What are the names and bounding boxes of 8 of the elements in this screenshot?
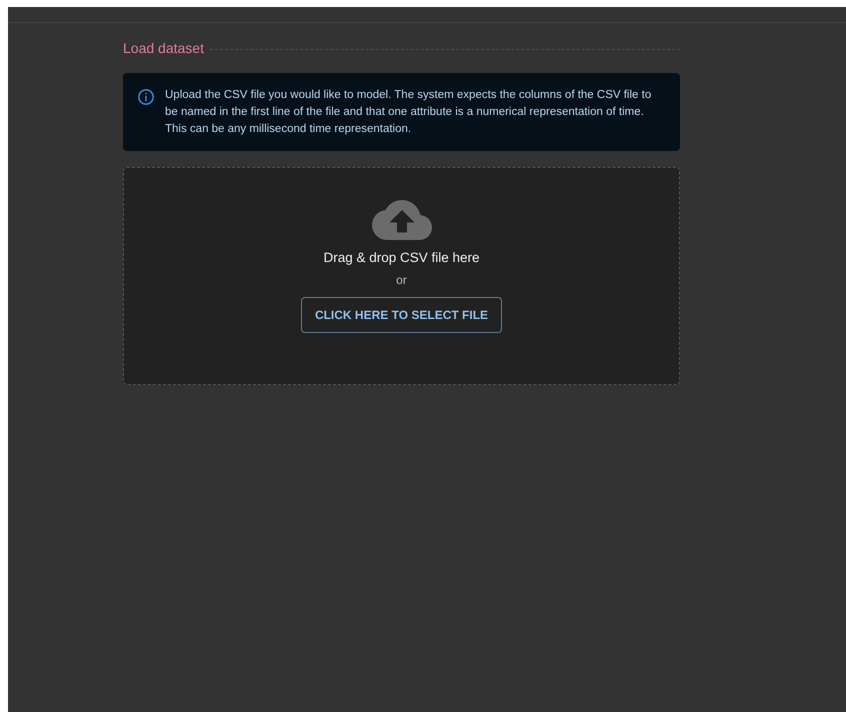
drop-zone[interactable]: Drag & drop CSV file here or CLICK HERE TO SELECT FILE	[123, 167, 680, 385]
or-separator: or	[396, 273, 407, 287]
info-icon	[137, 88, 155, 106]
info-text: Upload the CSV file you would like to model. The system expects the columns of the CSV file to be named in the first line of the file and that one attribute is a numerical representation of time. This can be any millisecond time representation.	[165, 88, 652, 137]
cloud-upload-icon	[372, 200, 432, 240]
section-title: Load dataset	[123, 40, 204, 56]
drop-prompt: Drag & drop CSV file here	[323, 250, 480, 265]
select-file-button[interactable]: CLICK HERE TO SELECT FILE	[300, 297, 502, 333]
